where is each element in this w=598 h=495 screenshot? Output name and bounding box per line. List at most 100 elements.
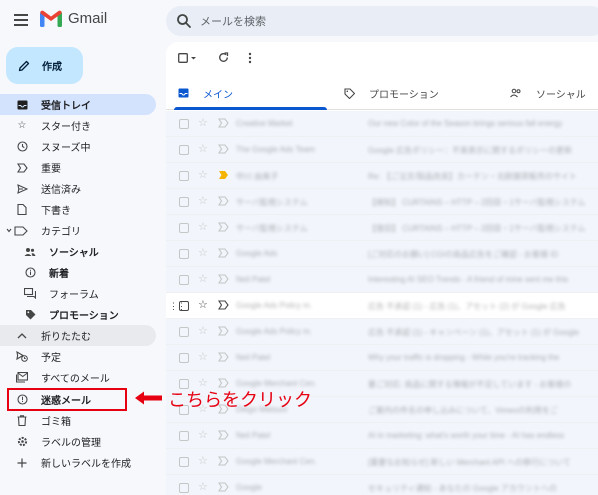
star-icon[interactable]: ☆ bbox=[198, 298, 208, 311]
star-icon: ☆ bbox=[17, 120, 27, 131]
email-subject: Re: 【ご注文/製品改良】カーテン・北欧雑貨販売のサイト bbox=[368, 172, 577, 181]
important-marker-icon[interactable] bbox=[218, 274, 229, 284]
more-options-icon[interactable] bbox=[248, 52, 252, 67]
star-icon[interactable]: ☆ bbox=[198, 324, 208, 337]
table-row[interactable]: ☆ サーバ監視システム 【検知】 CURTAINS – HTTP – 2回目・1サー… bbox=[166, 189, 598, 215]
tab-label: プロモーション bbox=[369, 89, 439, 101]
important-marker-icon[interactable] bbox=[218, 196, 229, 206]
sidebar-item-label: カテゴリ bbox=[41, 227, 81, 238]
sidebar-item-collapse[interactable]: 折りたたむ bbox=[0, 325, 156, 346]
email-subject: Why your traffic is dropping - While you… bbox=[368, 353, 560, 362]
table-row[interactable]: ☆ The Google Ads Team Google 広告ポリシー：不実表示に関… bbox=[166, 137, 598, 163]
label-icon bbox=[6, 225, 28, 237]
tab-social[interactable]: ソーシャル bbox=[510, 76, 586, 110]
star-icon[interactable]: ☆ bbox=[198, 454, 208, 467]
star-icon[interactable]: ☆ bbox=[198, 428, 208, 441]
important-marker-icon[interactable] bbox=[218, 248, 229, 258]
table-row[interactable]: ⋮⋮ ☆ Google Ads Policy m. 広告 不承認 (1) - 広告 (… bbox=[166, 293, 598, 319]
gmail-logo[interactable]: Gmail bbox=[40, 10, 107, 27]
star-icon[interactable]: ☆ bbox=[198, 272, 208, 285]
scheduled-icon bbox=[16, 351, 28, 363]
sidebar-item-label: 新着 bbox=[49, 269, 69, 280]
row-checkbox[interactable] bbox=[179, 171, 189, 181]
email-sender: Neil Patel bbox=[236, 431, 271, 440]
table-row[interactable]: ☆ Google セキュリティ通知 - あなたの Google アカウントへの bbox=[166, 475, 598, 495]
draft-icon bbox=[16, 204, 28, 216]
search-bar[interactable]: メールを検索 bbox=[166, 6, 598, 36]
table-row[interactable]: ☆ サーバ監視システム 【復旧】 CURTAINS – HTTP – 2回目・1サー… bbox=[166, 215, 598, 241]
important-marker-icon[interactable] bbox=[218, 482, 229, 492]
row-checkbox[interactable] bbox=[179, 145, 189, 155]
inbox-tab-icon bbox=[178, 88, 189, 98]
main-menu-icon[interactable] bbox=[14, 14, 28, 26]
important-marker-icon[interactable] bbox=[218, 300, 229, 310]
tab-label: ソーシャル bbox=[536, 89, 586, 101]
table-row[interactable]: ☆ Google Ads Policy m. 広告 不承認 (1) - キャンペーン… bbox=[166, 319, 598, 345]
star-icon[interactable]: ☆ bbox=[198, 350, 208, 363]
annotation-text: こちらをクリック bbox=[168, 390, 312, 410]
email-subject: セキュリティ通知 - あなたの Google アカウントへの bbox=[368, 484, 557, 493]
tab-promotions[interactable]: プロモーション bbox=[344, 76, 439, 110]
select-all-checkbox[interactable] bbox=[178, 53, 198, 66]
row-checkbox[interactable] bbox=[179, 197, 189, 207]
tab-primary[interactable]: メイン bbox=[178, 76, 233, 110]
tab-label: メイン bbox=[203, 89, 233, 101]
important-marker-icon[interactable] bbox=[218, 170, 229, 180]
row-checkbox[interactable] bbox=[179, 223, 189, 233]
email-subject: 要ご対応: 商品に関する情報が不足しています - お客様の bbox=[368, 380, 572, 389]
trash-icon bbox=[16, 415, 28, 427]
email-subject: Interesting AI SEO Trends - A friend of … bbox=[368, 275, 569, 284]
gear-icon bbox=[16, 436, 28, 448]
table-row[interactable]: ☆ Neil Patel AI in marketing: what's worth… bbox=[166, 423, 598, 449]
important-marker-icon[interactable] bbox=[218, 430, 229, 440]
sidebar-item-label: 下書き bbox=[41, 206, 71, 217]
table-row[interactable]: ☆ Creative Market Our new Color of the Sea… bbox=[166, 111, 598, 137]
plus-icon bbox=[16, 457, 28, 469]
search-icon[interactable] bbox=[176, 13, 192, 29]
table-row[interactable]: ☆ Google Ads [ご対応のお願い] CGIの商品広告をご確認 - お客様 … bbox=[166, 241, 598, 267]
send-icon bbox=[16, 183, 28, 195]
category-tabs: メイン プロモーション ソーシャル bbox=[166, 76, 598, 110]
star-icon[interactable]: ☆ bbox=[198, 246, 208, 259]
row-checkbox[interactable] bbox=[179, 483, 189, 493]
tag-icon bbox=[24, 309, 36, 321]
row-checkbox[interactable] bbox=[179, 327, 189, 337]
email-sender: サーバ監視システム bbox=[236, 224, 308, 233]
search-input[interactable]: メールを検索 bbox=[200, 13, 266, 29]
important-marker-icon[interactable] bbox=[218, 144, 229, 154]
important-marker-icon[interactable] bbox=[218, 222, 229, 232]
arrow-left-icon bbox=[135, 391, 162, 405]
star-icon[interactable]: ☆ bbox=[198, 116, 208, 129]
sidebar-item-label: プロモーション bbox=[49, 311, 119, 322]
mail-list-pane: メイン プロモーション ソーシャル ☆ Creative Market Our ne… bbox=[166, 42, 598, 495]
compose-button[interactable]: 作成 bbox=[6, 47, 83, 84]
table-row[interactable]: ☆ 中川 由美子 Re: 【ご注文/製品改良】カーテン・北欧雑貨販売のサイト bbox=[166, 163, 598, 189]
email-subject: 【復旧】 CURTAINS – HTTP – 2回目・1サーバ監視システム bbox=[368, 224, 586, 233]
important-marker-icon[interactable] bbox=[218, 118, 229, 128]
star-icon[interactable]: ☆ bbox=[198, 168, 208, 181]
people-tab-icon bbox=[510, 88, 521, 98]
star-icon[interactable]: ☆ bbox=[198, 480, 208, 493]
star-icon[interactable]: ☆ bbox=[198, 220, 208, 233]
star-icon[interactable]: ☆ bbox=[198, 194, 208, 207]
row-checkbox[interactable] bbox=[179, 431, 189, 441]
table-row[interactable]: ☆ Neil Patel Why your traffic is dropping … bbox=[166, 345, 598, 371]
table-row[interactable]: ☆ Neil Patel Interesting AI SEO Trends - A… bbox=[166, 267, 598, 293]
star-icon[interactable]: ☆ bbox=[198, 142, 208, 155]
table-row[interactable]: ☆ Google Merchant Cen. [重要なお知らせ] 新しい Merch… bbox=[166, 449, 598, 475]
row-checkbox[interactable] bbox=[179, 249, 189, 259]
email-sender: The Google Ads Team bbox=[236, 145, 316, 154]
sidebar-item-inbox[interactable]: 受信トレイ bbox=[0, 94, 156, 115]
important-marker-icon[interactable] bbox=[218, 352, 229, 362]
email-sender: 中川 由美子 bbox=[236, 172, 279, 181]
important-marker-icon[interactable] bbox=[218, 456, 229, 466]
refresh-icon[interactable] bbox=[218, 52, 229, 66]
email-subject: 【検知】 CURTAINS – HTTP – 2回目・1サーバ監視システム bbox=[368, 198, 586, 207]
row-checkbox[interactable] bbox=[179, 353, 189, 363]
important-marker-icon[interactable] bbox=[218, 326, 229, 336]
row-checkbox[interactable] bbox=[179, 119, 189, 129]
chevron-up-icon bbox=[16, 330, 28, 342]
row-checkbox[interactable] bbox=[179, 275, 189, 285]
row-checkbox[interactable] bbox=[179, 301, 189, 311]
row-checkbox[interactable] bbox=[179, 457, 189, 467]
